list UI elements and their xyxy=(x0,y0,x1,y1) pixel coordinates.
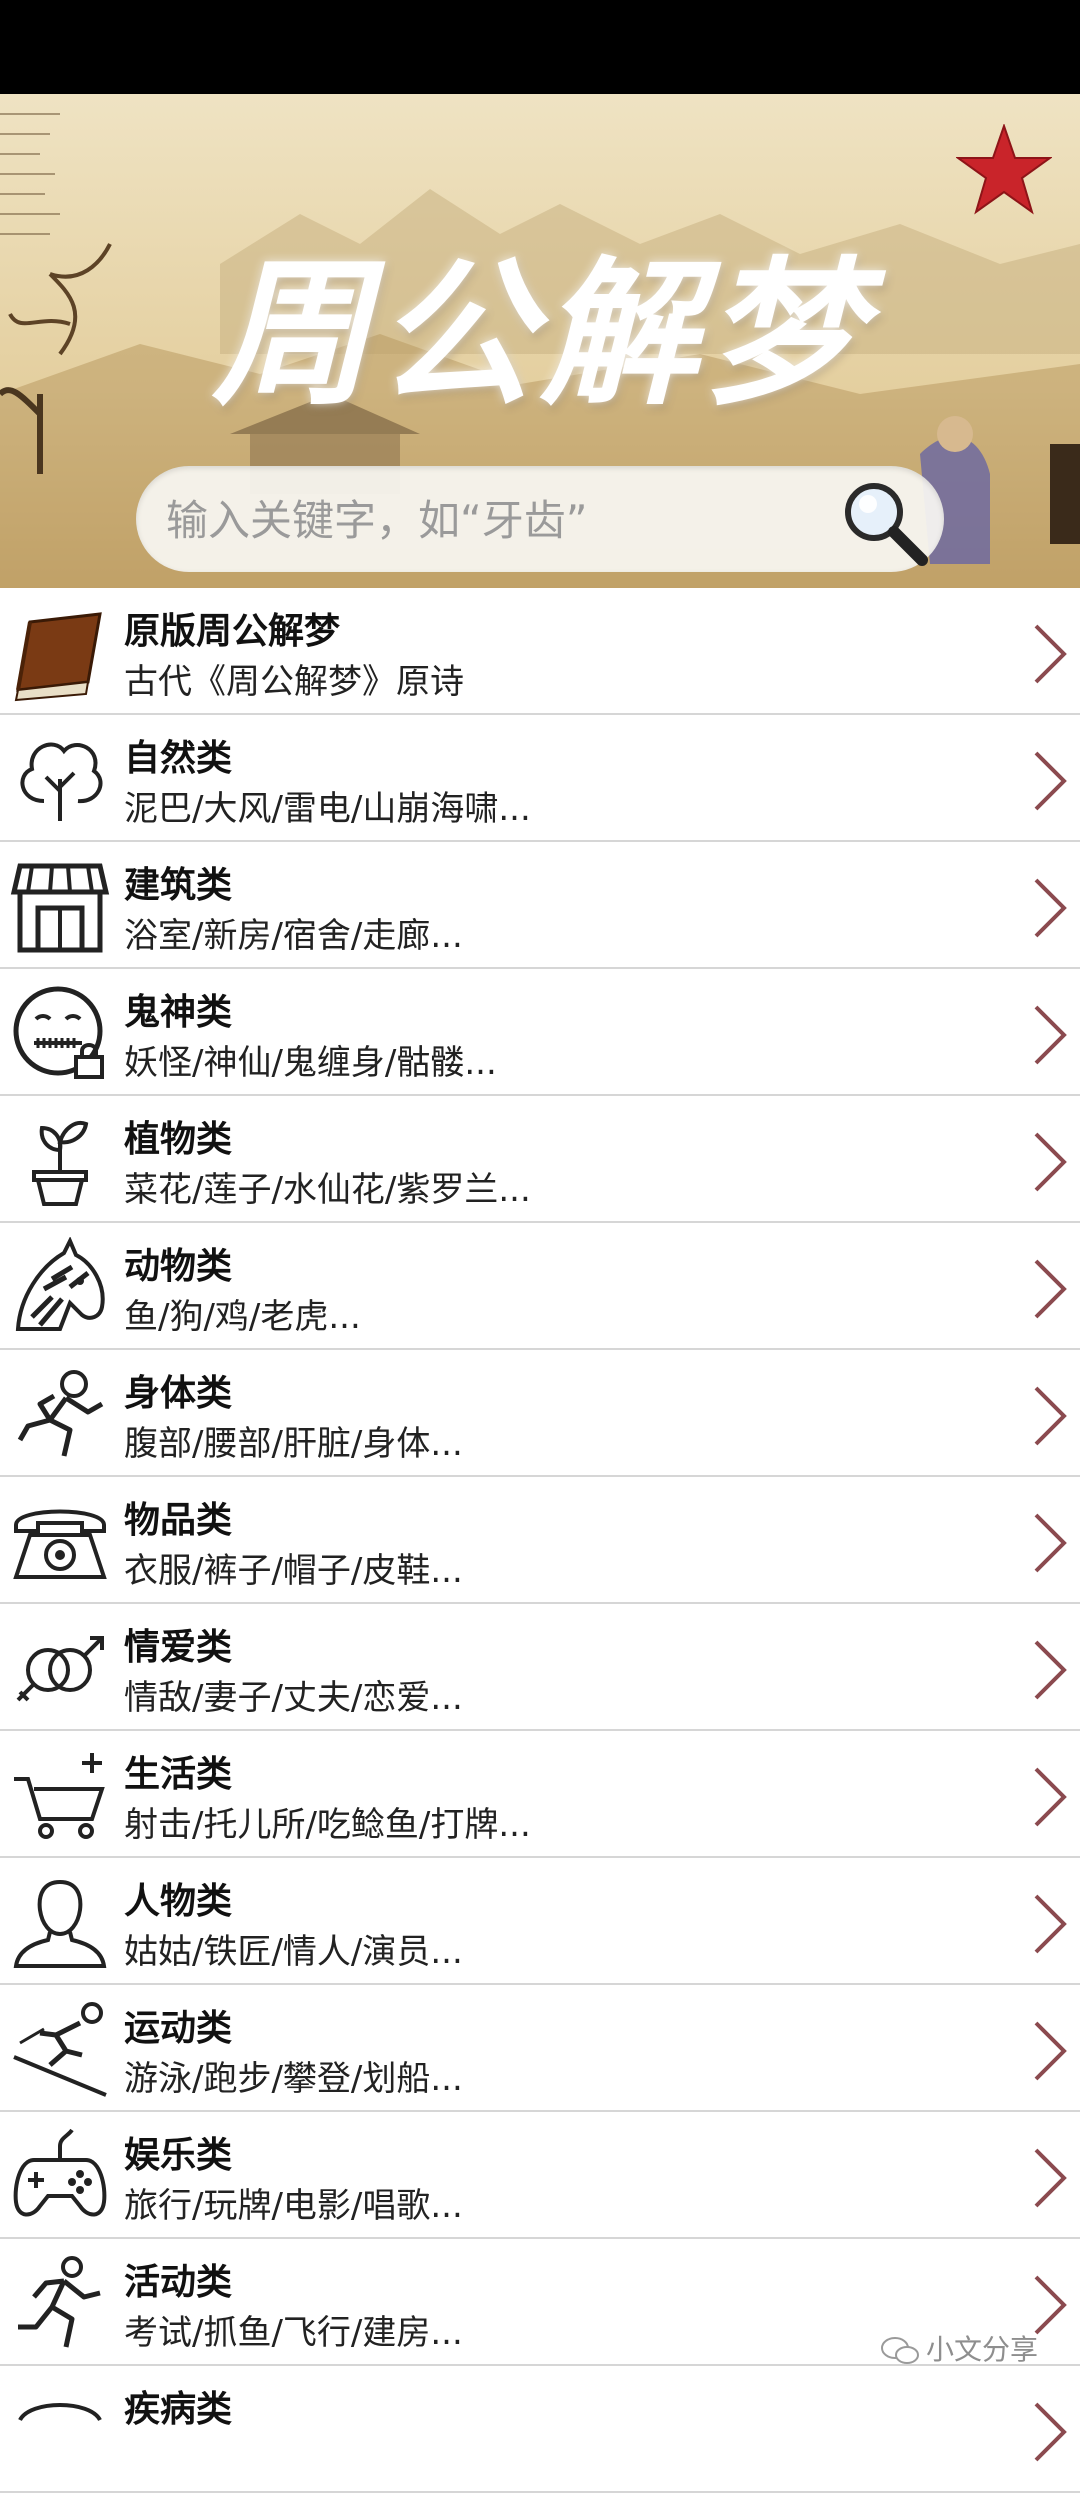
item-title: 物品类 xyxy=(124,1500,233,1541)
zipper-face-icon xyxy=(13,986,104,1079)
telephone-icon xyxy=(13,1509,107,1579)
chevron-right-icon xyxy=(1034,1894,1067,1954)
list-item-life[interactable]: 生活类 射击/托儿所/吃鲶鱼/打牌... xyxy=(0,1731,1080,1858)
search-icon[interactable] xyxy=(836,474,930,568)
item-subtitle: 浴室/新房/宿舍/走廊... xyxy=(124,916,463,956)
search-input[interactable] xyxy=(164,466,808,574)
partial-icon xyxy=(18,2403,102,2422)
item-title: 运动类 xyxy=(124,2008,233,2049)
skiing-icon xyxy=(13,2002,107,2097)
item-title: 原版周公解梦 xyxy=(124,611,341,652)
list-item-original-dreams[interactable]: 原版周公解梦 古代《周公解梦》原诗 xyxy=(0,588,1080,715)
chevron-right-icon xyxy=(1034,1513,1067,1573)
list-item-ghosts[interactable]: 鬼神类 妖怪/神仙/鬼缠身/骷髅... xyxy=(0,969,1080,1096)
potted-plant-icon xyxy=(32,1121,89,1206)
item-subtitle: 妖怪/神仙/鬼缠身/骷髅... xyxy=(124,1043,497,1083)
item-subtitle: 泥巴/大风/雷电/山崩海啸... xyxy=(124,789,531,829)
gender-symbols-icon xyxy=(16,1636,104,1702)
list-item-nature[interactable]: 自然类 泥巴/大风/雷电/山崩海啸... xyxy=(0,715,1080,842)
tree-icon xyxy=(20,742,103,821)
list-item-animals[interactable]: 动物类 鱼/狗/鸡/老虎... xyxy=(0,1223,1080,1350)
list-item-sports[interactable]: 运动类 游泳/跑步/攀登/划船... xyxy=(0,1985,1080,2112)
item-title: 身体类 xyxy=(124,1373,233,1414)
item-title: 娱乐类 xyxy=(124,2135,233,2176)
chevron-right-icon xyxy=(1034,1640,1067,1700)
item-title: 生活类 xyxy=(124,1754,233,1795)
item-subtitle: 情敌/妻子/丈夫/恋爱... xyxy=(124,1678,463,1718)
list-item-disease[interactable]: 疾病类 xyxy=(0,2366,1080,2493)
chevron-right-icon xyxy=(1034,1386,1067,1446)
list-item-entertainment[interactable]: 娱乐类 旅行/玩牌/电影/唱歌... xyxy=(0,2112,1080,2239)
item-subtitle: 古代《周公解梦》原诗 xyxy=(124,662,464,702)
watermark: 小文分享 xyxy=(880,2328,1038,2368)
running-icon xyxy=(18,2256,101,2348)
item-subtitle: 姑姑/铁匠/情人/演员... xyxy=(124,1932,463,1972)
search-bar[interactable] xyxy=(136,466,944,574)
chevron-right-icon xyxy=(1034,878,1067,938)
item-title: 自然类 xyxy=(124,738,233,779)
running-figure-icon xyxy=(17,1370,104,1457)
item-title: 活动类 xyxy=(124,2262,233,2303)
item-subtitle: 鱼/狗/鸡/老虎... xyxy=(124,1297,361,1337)
item-title: 鬼神类 xyxy=(124,992,233,1033)
list-item-love[interactable]: 情爱类 情敌/妻子/丈夫/恋爱... xyxy=(0,1604,1080,1731)
zebra-icon xyxy=(15,1237,105,1331)
chevron-right-icon xyxy=(1034,2148,1067,2208)
item-title: 建筑类 xyxy=(124,865,233,906)
item-subtitle: 考试/抓鱼/飞行/建房... xyxy=(124,2313,463,2353)
category-list: 原版周公解梦 古代《周公解梦》原诗 自然类 泥巴/大风/雷电/山崩海啸... 建… xyxy=(0,588,1080,2493)
chevron-right-icon xyxy=(1034,1005,1067,1065)
chevron-right-icon xyxy=(1034,1767,1067,1827)
chevron-right-icon xyxy=(1034,2021,1067,2081)
list-item-objects[interactable]: 物品类 衣服/裤子/帽子/皮鞋... xyxy=(0,1477,1080,1604)
chevron-right-icon xyxy=(1034,624,1067,684)
star-icon[interactable] xyxy=(956,124,1052,216)
shopping-cart-add-icon xyxy=(14,1753,105,1839)
watermark-text: 小文分享 xyxy=(926,2333,1039,2366)
person-icon xyxy=(13,1879,107,1968)
header-banner: 周公解梦 xyxy=(0,94,1080,588)
item-subtitle: 腹部/腰部/肝脏/身体... xyxy=(124,1424,463,1464)
app-title: 周公解梦 xyxy=(212,242,868,427)
item-title: 疾病类 xyxy=(124,2389,233,2430)
gamepad-icon xyxy=(13,2128,107,2217)
chevron-right-icon xyxy=(1034,751,1067,811)
list-item-plants[interactable]: 植物类 菜花/莲子/水仙花/紫罗兰... xyxy=(0,1096,1080,1223)
item-subtitle: 游泳/跑步/攀登/划船... xyxy=(124,2059,463,2099)
wechat-icon xyxy=(881,2337,919,2364)
status-bar xyxy=(0,0,1080,94)
list-item-architecture[interactable]: 建筑类 浴室/新房/宿舍/走廊... xyxy=(0,842,1080,969)
item-subtitle: 射击/托儿所/吃鲶鱼/打牌... xyxy=(124,1805,531,1845)
list-item-body[interactable]: 身体类 腹部/腰部/肝脏/身体... xyxy=(0,1350,1080,1477)
chevron-right-icon xyxy=(1034,1259,1067,1319)
chevron-right-icon xyxy=(1034,2402,1067,2462)
book-icon xyxy=(14,612,102,702)
item-title: 人物类 xyxy=(124,1881,233,1922)
item-subtitle: 菜花/莲子/水仙花/紫罗兰... xyxy=(124,1170,531,1210)
storefront-icon xyxy=(10,863,110,953)
item-subtitle: 旅行/玩牌/电影/唱歌... xyxy=(124,2186,463,2226)
item-subtitle: 衣服/裤子/帽子/皮鞋... xyxy=(124,1551,463,1591)
item-title: 情爱类 xyxy=(124,1627,233,1668)
list-item-people[interactable]: 人物类 姑姑/铁匠/情人/演员... xyxy=(0,1858,1080,1985)
chevron-right-icon xyxy=(1034,1132,1067,1192)
item-title: 植物类 xyxy=(124,1119,233,1160)
item-title: 动物类 xyxy=(124,1246,233,1287)
